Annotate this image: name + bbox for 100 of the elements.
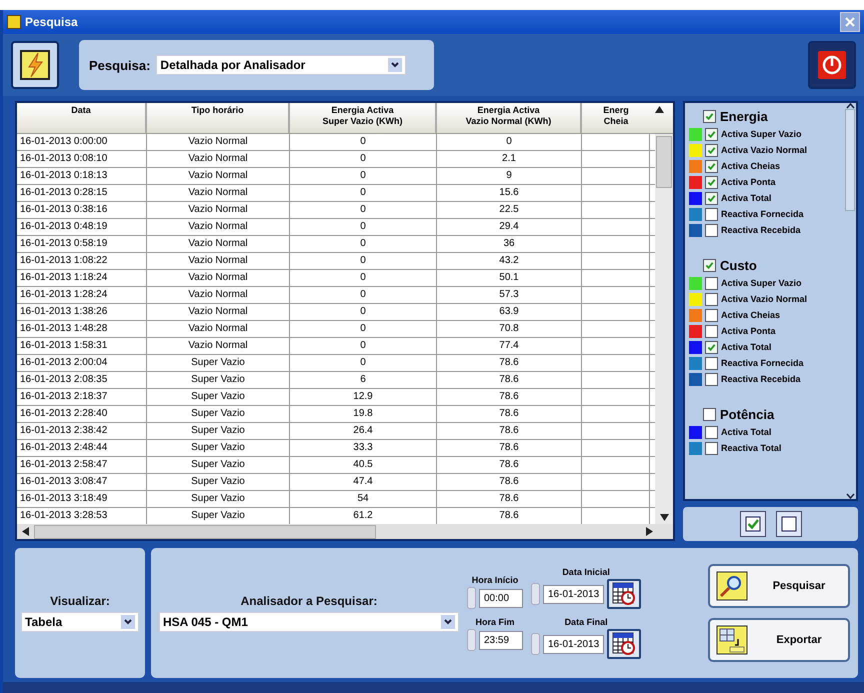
series-checkbox[interactable] — [705, 160, 718, 172]
table-cell: 0 — [290, 253, 437, 269]
time-field[interactable]: 00:00 — [479, 588, 523, 608]
calendar-button[interactable] — [607, 579, 642, 609]
date-label: Data Final — [564, 617, 608, 627]
check-all-button[interactable] — [740, 511, 766, 537]
chevron-down-icon[interactable] — [846, 493, 854, 499]
table-cell: 50.1 — [437, 270, 582, 286]
scroll-left-icon[interactable] — [22, 527, 29, 536]
table-cell: 77.4 — [437, 338, 582, 354]
calendar-button[interactable] — [607, 629, 642, 659]
table-cell: 36 — [437, 236, 582, 252]
time-label: Hora Início — [472, 575, 518, 585]
series-checkbox[interactable] — [705, 192, 718, 204]
table-cell: Super Vazio — [147, 389, 290, 405]
group-title: Energia — [720, 109, 768, 124]
table-cell: 16-01-2013 1:18:24 — [17, 270, 147, 286]
series-label: Activa Cheias — [721, 161, 780, 171]
time-field[interactable]: 23:59 — [479, 630, 523, 650]
table-cell: Vazio Normal — [147, 338, 290, 354]
table-cell: Super Vazio — [147, 355, 290, 371]
table-cell: 16-01-2013 2:18:37 — [17, 389, 147, 405]
table-cell: 78.6 — [437, 474, 582, 490]
view-dropdown[interactable]: Tabela — [21, 612, 139, 632]
search-type-dropdown[interactable]: Detalhada por Analisador — [156, 55, 406, 75]
series-label: Reactiva Recebida — [721, 225, 801, 235]
scroll-thumb[interactable] — [845, 109, 855, 211]
scroll-thumb[interactable] — [34, 524, 376, 538]
lightning-icon — [20, 50, 50, 80]
series-label: Activa Total — [721, 193, 772, 203]
series-checkbox[interactable] — [705, 324, 718, 338]
series-label: Reactiva Total — [721, 443, 782, 453]
series-label: Activa Super Vazio — [721, 278, 802, 288]
scroll-down-icon[interactable] — [660, 514, 668, 521]
vertical-scrollbar[interactable] — [655, 134, 673, 524]
table-cell: 0 — [290, 168, 437, 184]
series-checkbox[interactable] — [705, 276, 718, 290]
table-cell: Super Vazio — [147, 406, 290, 422]
series-checkbox[interactable] — [705, 176, 718, 188]
table-cell: 78.6 — [437, 423, 582, 439]
power-button[interactable] — [808, 41, 856, 89]
column-header[interactable]: Energia Activa Super Vazio (KWh) — [290, 103, 437, 133]
table-cell: 16-01-2013 2:00:04 — [17, 355, 147, 371]
table-cell: Super Vazio — [147, 474, 290, 490]
table-cell: 16-01-2013 0:08:10 — [17, 151, 147, 167]
scroll-right-icon[interactable] — [646, 527, 653, 536]
table-cell: 0 — [437, 134, 582, 150]
table-cell: 16-01-2013 2:28:40 — [17, 406, 147, 422]
group-checkbox[interactable] — [703, 259, 716, 272]
table-cell: Vazio Normal — [147, 253, 290, 269]
column-header[interactable]: Energia Activa Vazio Normal (KWh) — [437, 103, 582, 133]
series-checkbox[interactable] — [705, 372, 718, 386]
table-cell: 26.4 — [290, 423, 437, 439]
horizontal-scrollbar[interactable] — [17, 524, 673, 539]
series-checkbox[interactable] — [705, 340, 718, 354]
series-label: Activa Cheias — [721, 310, 780, 320]
series-checkbox[interactable] — [705, 442, 718, 454]
table-cell: 0 — [290, 134, 437, 150]
series-checkbox[interactable] — [705, 208, 718, 220]
legend-scrollbar[interactable] — [844, 103, 856, 499]
table-cell: 54 — [290, 491, 437, 507]
column-header[interactable]: Energ Cheia — [582, 103, 650, 133]
table-cell: Vazio Normal — [147, 202, 290, 218]
chevron-up-icon[interactable] — [846, 103, 854, 109]
table-cell: 0 — [290, 219, 437, 235]
group-checkbox[interactable] — [703, 408, 716, 421]
table-cell: 0 — [290, 304, 437, 320]
table-cell: 16-01-2013 2:38:42 — [17, 423, 147, 439]
table-cell: 22.5 — [437, 202, 582, 218]
series-label: Reactiva Fornecida — [721, 209, 804, 219]
search-button[interactable]: Pesquisar — [708, 564, 850, 608]
date-field[interactable]: 16-01-2013 — [543, 634, 604, 654]
uncheck-all-button[interactable] — [776, 511, 802, 537]
table-cell: Vazio Normal — [147, 236, 290, 252]
analyzer-label: Analisador a Pesquisar: — [240, 594, 378, 608]
table-cell: 16-01-2013 0:28:15 — [17, 185, 147, 201]
analyzer-dropdown[interactable]: HSA 045 - QM1 — [159, 612, 459, 632]
table-cell: 16-01-2013 3:18:49 — [17, 491, 147, 507]
date-field[interactable]: 16-01-2013 — [543, 584, 604, 604]
series-checkbox[interactable] — [705, 292, 718, 306]
close-icon — [844, 16, 856, 28]
table-cell: 70.8 — [437, 321, 582, 337]
series-checkbox[interactable] — [705, 426, 718, 438]
export-button[interactable]: Exportar — [708, 618, 850, 662]
series-checkbox[interactable] — [705, 308, 718, 322]
series-checkbox[interactable] — [705, 144, 718, 156]
series-checkbox[interactable] — [705, 356, 718, 370]
series-checkbox[interactable] — [705, 128, 718, 140]
table-cell: Vazio Normal — [147, 287, 290, 303]
column-header[interactable]: Data — [17, 103, 147, 133]
lightning-button[interactable] — [11, 41, 59, 89]
window-title: Pesquisa — [25, 15, 78, 29]
table-cell: 0 — [290, 287, 437, 303]
power-icon — [817, 50, 847, 80]
group-checkbox[interactable] — [703, 110, 716, 123]
column-header[interactable]: Tipo horário — [147, 103, 290, 133]
series-checkbox[interactable] — [705, 224, 718, 236]
table-cell: 16-01-2013 0:58:19 — [17, 236, 147, 252]
scroll-up-icon[interactable] — [654, 106, 664, 113]
scroll-thumb[interactable] — [656, 136, 672, 188]
